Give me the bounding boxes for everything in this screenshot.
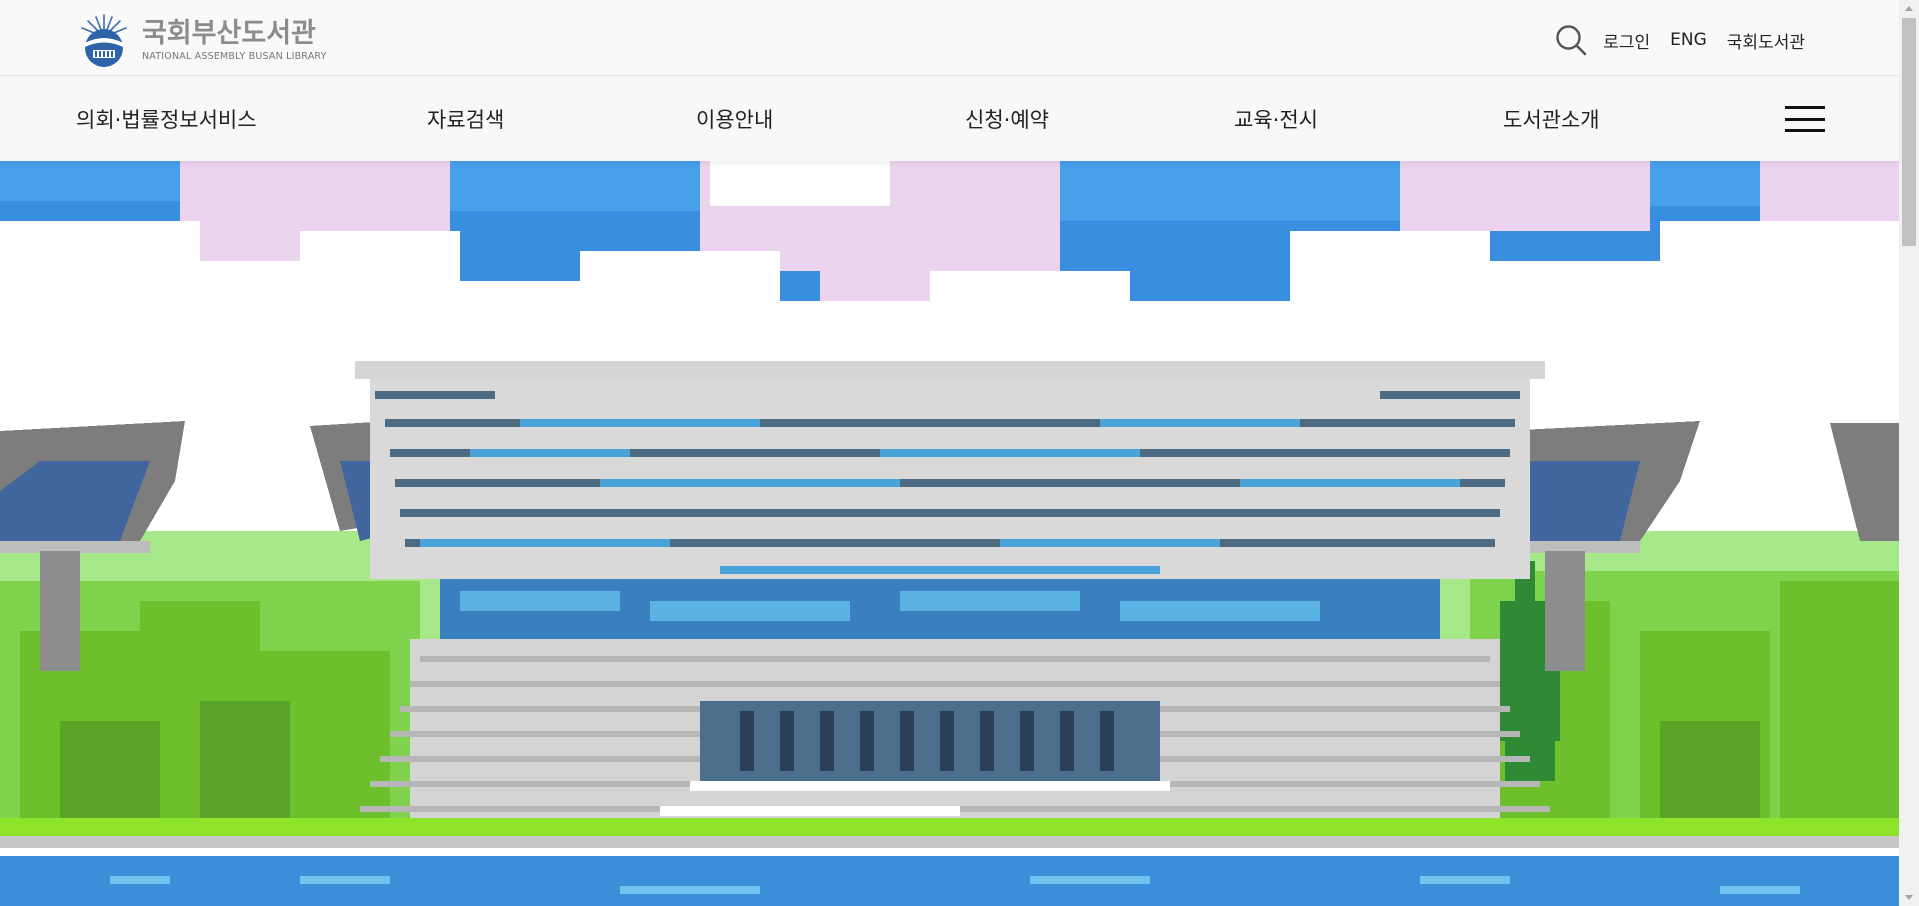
library-emblem-icon: [81, 14, 127, 67]
nav-item-education[interactable]: 교육·전시: [1234, 104, 1318, 134]
english-link[interactable]: ENG: [1670, 30, 1707, 50]
nav-item-about[interactable]: 도서관소개: [1503, 104, 1600, 134]
scroll-up-arrow-icon[interactable]: [1899, 0, 1919, 17]
login-link[interactable]: 로그인: [1603, 28, 1650, 53]
search-icon[interactable]: [1555, 24, 1587, 56]
hamburger-menu-icon[interactable]: [1785, 106, 1825, 132]
hero-pixel-art-image: [0, 161, 1899, 906]
scrollbar-thumb[interactable]: [1902, 18, 1916, 246]
top-bar: 국회부산도서관 NATIONAL ASSEMBLY BUSAN LIBRARY …: [0, 0, 1899, 76]
hero-banner: [0, 161, 1899, 906]
scroll-down-arrow-icon[interactable]: [1899, 889, 1919, 906]
nav-item-application[interactable]: 신청·예약: [965, 104, 1049, 134]
national-library-link[interactable]: 국회도서관: [1727, 28, 1805, 53]
logo-subtitle: NATIONAL ASSEMBLY BUSAN LIBRARY: [142, 50, 327, 62]
site-logo[interactable]: 국회부산도서관 NATIONAL ASSEMBLY BUSAN LIBRARY: [76, 13, 327, 67]
page-scrollbar[interactable]: [1899, 0, 1919, 906]
logo-title: 국회부산도서관: [142, 17, 316, 49]
utility-links: 로그인 ENG 국회도서관: [1555, 24, 1805, 56]
main-navigation: 의회·법률정보서비스 자료검색 이용안내 신청·예약 교육·전시 도서관소개: [0, 76, 1899, 161]
nav-item-legislative-info[interactable]: 의회·법률정보서비스: [76, 104, 257, 134]
nav-item-search[interactable]: 자료검색: [427, 104, 504, 134]
nav-item-guide[interactable]: 이용안내: [696, 104, 773, 134]
